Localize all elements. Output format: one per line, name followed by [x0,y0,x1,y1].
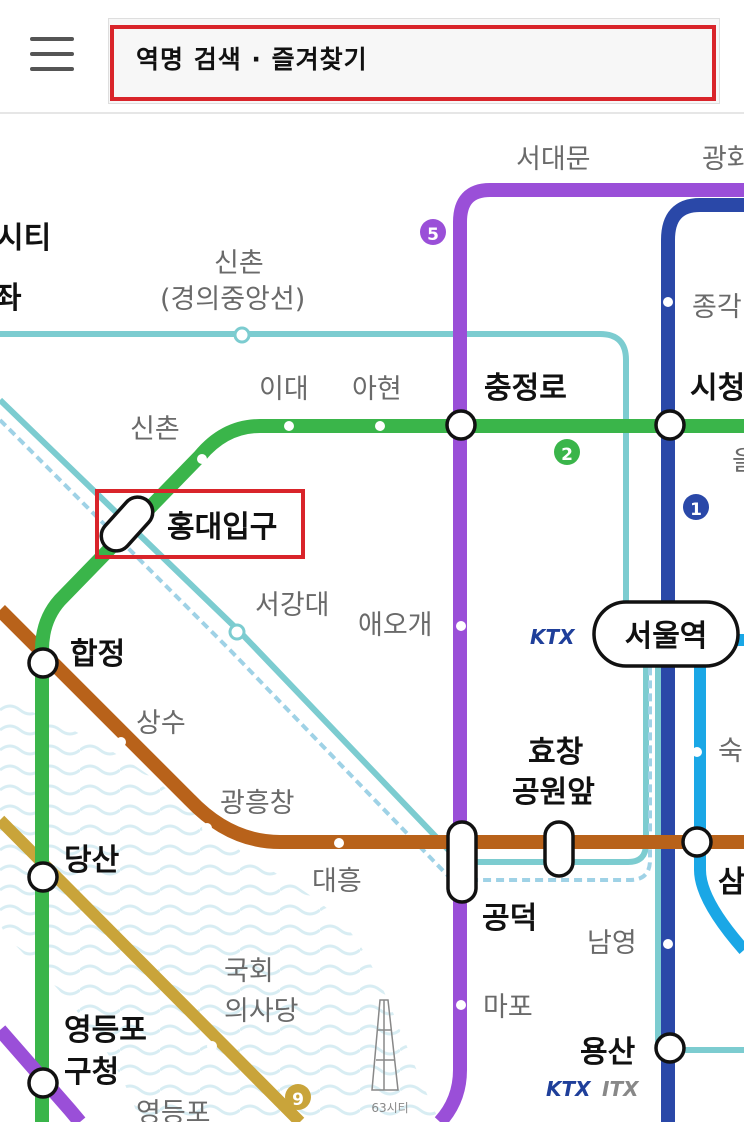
label-gukhoe-1[interactable]: 국회 [224,956,274,987]
station-samgakji[interactable] [681,826,713,858]
station-dot-aeogae[interactable] [456,621,466,631]
station-dot-seogang[interactable] [228,623,246,641]
label-gwangheungchang[interactable]: 광흥창 [220,788,295,819]
station-dot-sinchon[interactable] [197,454,207,464]
label-hyochang-1[interactable]: 효창 [528,735,584,770]
label-cityhall[interactable]: 시청 [690,371,744,406]
station-dot-sangsu[interactable] [116,737,126,747]
svg-text:1: 1 [690,500,702,520]
station-dot-gukhoe[interactable] [207,1041,217,1051]
line9-badge: 9 [285,1084,311,1110]
label-seodaemun[interactable]: 서대문 [516,144,591,175]
line2-badge: 2 [554,439,580,465]
label-seogang[interactable]: 서강대 [255,590,330,621]
station-dot-namyeong[interactable] [663,939,673,949]
top-bar: 역명 검색 · 즐겨찾기 [0,0,744,114]
ktx-logo-yongsan: KTX [546,1077,592,1101]
svg-text:9: 9 [292,1090,304,1110]
station-dot-sinchon-gyeongui[interactable] [233,326,251,344]
menu-icon[interactable] [30,37,76,73]
building-label: 63시티 [371,1101,408,1115]
label-namyeong[interactable]: 남영 [587,928,637,959]
label-yeongdeungpo-gu-1[interactable]: 영등포 [64,1013,147,1048]
station-yongsan[interactable] [654,1032,686,1064]
label-seoul[interactable]: 서울역 [625,619,708,654]
label-aeogae[interactable]: 애오개 [358,610,433,641]
subway-map[interactable]: 5 2 1 9 63시티 KTX KTX ITX 서대문 광화 신촌 (경의중앙… [0,0,744,1126]
label-sook[interactable]: 숙 [718,736,743,767]
station-dot-idae[interactable] [284,421,294,431]
label-sam[interactable]: 삼 [718,865,744,900]
line4 [694,634,744,954]
station-hapjeong[interactable] [27,647,59,679]
station-gongdeok[interactable] [446,820,478,904]
label-euljiro[interactable]: 을 [732,446,744,477]
station-dot-mapo[interactable] [456,1000,466,1010]
label-sinchon-gyeongui-2[interactable]: (경의중앙선) [160,284,305,315]
label-gukhoe-2[interactable]: 의사당 [224,996,299,1027]
label-yeongdeungpo-gu-2[interactable]: 구청 [64,1055,119,1090]
label-mapo[interactable]: 마포 [483,992,533,1023]
station-dot-daeheung[interactable] [334,838,344,848]
label-hongik[interactable]: 홍대입구 [167,510,277,545]
label-gwanghwamun[interactable]: 광화 [702,144,744,175]
line5-badge: 5 [420,219,446,245]
label-gongdeok[interactable]: 공덕 [482,901,537,936]
label-yeongdeungpo[interactable]: 영등포 [136,1098,211,1126]
search-placeholder: 역명 검색 · 즐겨찾기 [136,45,368,74]
svg-text:5: 5 [427,225,439,245]
label-dangsan[interactable]: 당산 [64,843,120,878]
label-hapjeong[interactable]: 합정 [70,637,125,672]
label-jonggak[interactable]: 종각 [692,292,742,323]
label-daeheung[interactable]: 대흥 [312,866,362,897]
station-chungjeongno[interactable] [445,409,477,441]
label-sangsu[interactable]: 상수 [136,708,186,739]
station-cityhall[interactable] [654,409,686,441]
label-chungjeongno[interactable]: 충정로 [484,371,567,406]
station-hyochang[interactable] [543,820,575,878]
station-dot-ahyeon[interactable] [375,421,385,431]
label-jwa[interactable]: 좌 [0,281,22,316]
ktx-logo-seoul: KTX [530,625,576,649]
line1-badge: 1 [683,494,709,520]
label-ahyeon[interactable]: 아현 [352,374,402,405]
label-city[interactable]: 시티 [0,221,51,256]
station-yeongdeungpo-gu[interactable] [27,1067,59,1099]
station-dot-sook[interactable] [692,747,702,757]
itx-logo-yongsan: ITX [602,1077,640,1101]
label-yongsan[interactable]: 용산 [580,1035,636,1070]
label-sinchon[interactable]: 신촌 [130,414,180,445]
station-dot-gwangheungchang[interactable] [202,823,212,833]
label-idae[interactable]: 이대 [259,374,309,405]
station-dangsan[interactable] [27,861,59,893]
svg-text:2: 2 [561,445,573,465]
label-hyochang-2[interactable]: 공원앞 [512,775,595,810]
label-sinchon-gyeongui-1[interactable]: 신촌 [214,248,264,279]
station-dot-jonggak[interactable] [663,297,673,307]
